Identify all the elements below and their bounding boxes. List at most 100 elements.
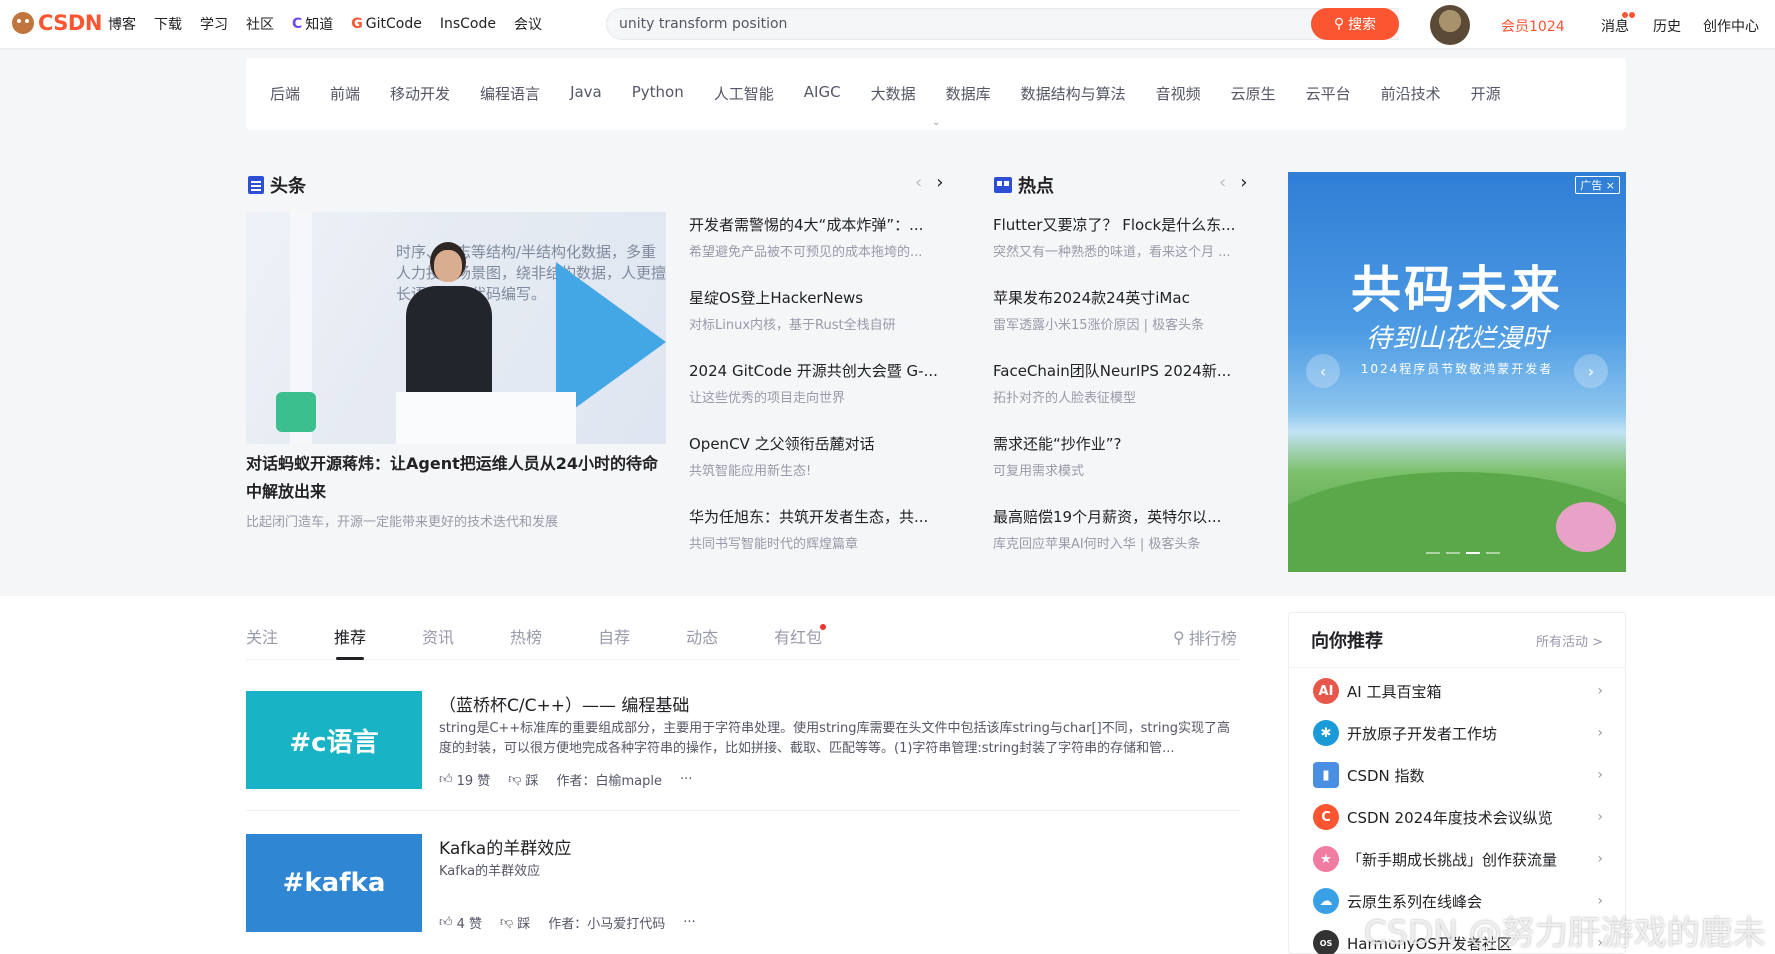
next-arrow-icon[interactable]: › (936, 172, 943, 193)
thumbs-down-icon: 👎︎ (500, 915, 514, 930)
carousel-dot-active[interactable] (1466, 552, 1480, 554)
article-author[interactable]: 作者：白榆maple (557, 770, 663, 789)
nav-community[interactable]: 社区 (246, 14, 274, 34)
nav-meeting[interactable]: 会议 (514, 14, 542, 34)
next-arrow-icon[interactable]: › (1240, 172, 1247, 193)
more-options-icon[interactable]: ··· (683, 915, 695, 930)
tab-news[interactable]: 资讯 (422, 624, 454, 659)
nav-download[interactable]: 下载 (154, 14, 182, 34)
carousel-dot[interactable] (1486, 552, 1500, 554)
recommend-item[interactable]: ▮ CSDN 指数 › (1313, 761, 1603, 789)
hot-item[interactable]: 最高赔偿19个月薪资，英特尔以... 库克回应苹果AI何时入华 | 极客头条 (993, 506, 1253, 552)
like-button[interactable]: 👍︎ 19 赞 (439, 770, 490, 789)
headline-item[interactable]: 开发者需警惕的4大“成本炸弹”：... 希望避免产品被不可预见的成本拖垮的... (689, 214, 949, 260)
article-title[interactable]: Kafka的羊群效应 (439, 834, 571, 859)
search-button[interactable]: ⚲ 搜索 (1311, 8, 1399, 40)
search-button-label: 搜索 (1348, 17, 1377, 33)
nav-learn[interactable]: 学习 (200, 14, 228, 34)
creator-center-link[interactable]: 创作中心 (1703, 16, 1759, 36)
category-item[interactable]: 开源 (1471, 83, 1501, 104)
headline-pager: ‹ › (915, 172, 943, 193)
hot-item[interactable]: 需求还能“抄作业”? 可复用需求模式 (993, 433, 1253, 479)
nav-gitcode[interactable]: G GitCode (351, 14, 422, 34)
category-item[interactable]: 云平台 (1306, 83, 1351, 104)
hot-item[interactable]: Flutter又要凉了？ Flock是什么东... 突然又有一种熟悉的味道，看来… (993, 214, 1253, 260)
dislike-button[interactable]: 👎︎ 踩 (508, 770, 538, 789)
ad-banner[interactable]: 广告 × 共码未来 待到山花烂漫时 1024程序员节致敬鸿蒙开发者 ‹ › (1288, 172, 1626, 572)
tab-redpacket[interactable]: 有红包 (774, 624, 822, 659)
category-item[interactable]: 音视频 (1156, 83, 1201, 104)
hot-item[interactable]: 苹果发布2024款24英寸iMac 雷军透露小米15涨价原因 | 极客头条 (993, 287, 1253, 333)
csdn-logo[interactable]: CSDN (12, 11, 102, 35)
vip-link[interactable]: 会员1024 (1501, 16, 1565, 36)
hot-item-sub: 库克回应苹果AI何时入华 | 极客头条 (993, 537, 1201, 552)
chevron-right-icon: › (1597, 767, 1603, 783)
puzzle-graphic (276, 392, 316, 432)
headline-item[interactable]: 2024 GitCode 开源共创大会暨 G-... 让这些优秀的项目走向世界 (689, 360, 949, 406)
hero-image[interactable]: 时序、日志等结构/半结构化数据，多重人力投入场景图，绕非结构数据，人更擅长语言交… (246, 212, 666, 444)
headline-item[interactable]: OpenCV 之父领衔岳麓对话 共筑智能应用新生态! (689, 433, 949, 479)
carousel-dot[interactable] (1446, 552, 1460, 554)
headline-item-title: 2024 GitCode 开源共创大会暨 G-... (689, 362, 938, 380)
cloud-icon: ☁ (1313, 888, 1339, 914)
hot-item[interactable]: FaceChain团队NeurIPS 2024新... 拓扑对齐的人脸表征模型 (993, 360, 1253, 406)
messages-link[interactable]: 消息 (1601, 16, 1629, 36)
all-activities-link[interactable]: 所有活动 > (1536, 631, 1603, 650)
category-bar: 后端 前端 移动开发 编程语言 Java Python 人工智能 AIGC 大数… (246, 58, 1626, 130)
category-item[interactable]: 前沿技术 (1381, 83, 1441, 104)
harmonyos-icon: OS (1313, 930, 1339, 954)
expand-chevron-down-icon[interactable]: ⌄ (932, 118, 942, 128)
headline-item[interactable]: 星绽OS登上HackerNews 对标Linux内核，基于Rust全栈自研 (689, 287, 949, 333)
user-avatar[interactable] (1430, 5, 1470, 45)
category-item[interactable]: 云原生 (1231, 83, 1276, 104)
article-author[interactable]: 作者：小马爱打代码 (548, 913, 665, 932)
prev-arrow-icon[interactable]: ‹ (915, 172, 922, 193)
category-item[interactable]: 移动开发 (390, 83, 450, 104)
article-title[interactable]: （蓝桥杯C/C++）—— 编程基础 (439, 691, 689, 716)
nav-blog[interactable]: 博客 (108, 14, 136, 34)
search-input[interactable]: unity transform position (606, 8, 1399, 40)
carousel-next-icon[interactable]: › (1574, 354, 1608, 388)
recommend-item-label: CSDN 指数 (1347, 766, 1425, 785)
history-link[interactable]: 历史 (1653, 16, 1681, 36)
more-options-icon[interactable]: ··· (680, 772, 692, 787)
top-nav-links: 博客 下载 学习 社区 C 知道 G GitCode InsCode 会议 (108, 14, 560, 34)
headlines-title-text: 头条 (270, 176, 306, 197)
category-item[interactable]: AIGC (804, 83, 841, 104)
recommend-item[interactable]: AI AI 工具百宝箱 › (1313, 677, 1603, 705)
tab-follow[interactable]: 关注 (246, 624, 278, 659)
headline-item[interactable]: 华为任旭东：共筑开发者生态，共... 共同书写智能时代的辉煌篇章 (689, 506, 949, 552)
article-thumbnail[interactable]: #c语言 (246, 691, 422, 789)
category-item[interactable]: 数据结构与算法 (1021, 83, 1126, 104)
prev-arrow-icon[interactable]: ‹ (1219, 172, 1226, 193)
carousel-dot[interactable] (1426, 552, 1440, 554)
close-icon[interactable]: × (1606, 179, 1615, 192)
recommend-item[interactable]: ★ 「新手期成长挑战」创作获流量 › (1313, 845, 1603, 873)
article-card[interactable]: #c语言 （蓝桥杯C/C++）—— 编程基础 string是C++标准库的重要组… (246, 691, 1241, 791)
tab-activity[interactable]: 动态 (686, 624, 718, 659)
category-item[interactable]: 前端 (330, 83, 360, 104)
dislike-button[interactable]: 👎︎ 踩 (500, 913, 530, 932)
category-item[interactable]: 数据库 (946, 83, 991, 104)
category-item[interactable]: 大数据 (871, 83, 916, 104)
nav-inscode[interactable]: InsCode (440, 14, 496, 34)
category-item[interactable]: Python (632, 83, 684, 104)
carousel-prev-icon[interactable]: ‹ (1306, 354, 1340, 388)
category-item[interactable]: Java (570, 83, 602, 104)
article-card[interactable]: #kafka Kafka的羊群效应 Kafka的羊群效应 👍︎ 4 赞 👎︎ 踩 作… (246, 834, 1241, 934)
category-item[interactable]: 编程语言 (480, 83, 540, 104)
ranking-link[interactable]: ⚲ 排行榜 (1173, 625, 1237, 649)
ad-tag[interactable]: 广告 × (1575, 176, 1620, 194)
tab-selfrec[interactable]: 自荐 (598, 624, 630, 659)
nav-zhidao[interactable]: C 知道 (292, 14, 333, 34)
tab-recommend[interactable]: 推荐 (334, 624, 366, 660)
category-item[interactable]: 后端 (270, 83, 300, 104)
hot-item-sub: 雷军透露小米15涨价原因 | 极客头条 (993, 318, 1205, 333)
recommend-item[interactable]: ✱ 开放原子开发者工作坊 › (1313, 719, 1603, 747)
article-thumbnail[interactable]: #kafka (246, 834, 422, 932)
recommend-item[interactable]: C CSDN 2024年度技术会议纵览 › (1313, 803, 1603, 831)
hero-title[interactable]: 对话蚂蚁开源蒋炜：让Agent把运维人员从24小时的待命中解放出来 (246, 450, 666, 506)
like-button[interactable]: 👍︎ 4 赞 (439, 913, 482, 932)
category-item[interactable]: 人工智能 (714, 83, 774, 104)
tab-hotlist[interactable]: 热榜 (510, 624, 542, 659)
